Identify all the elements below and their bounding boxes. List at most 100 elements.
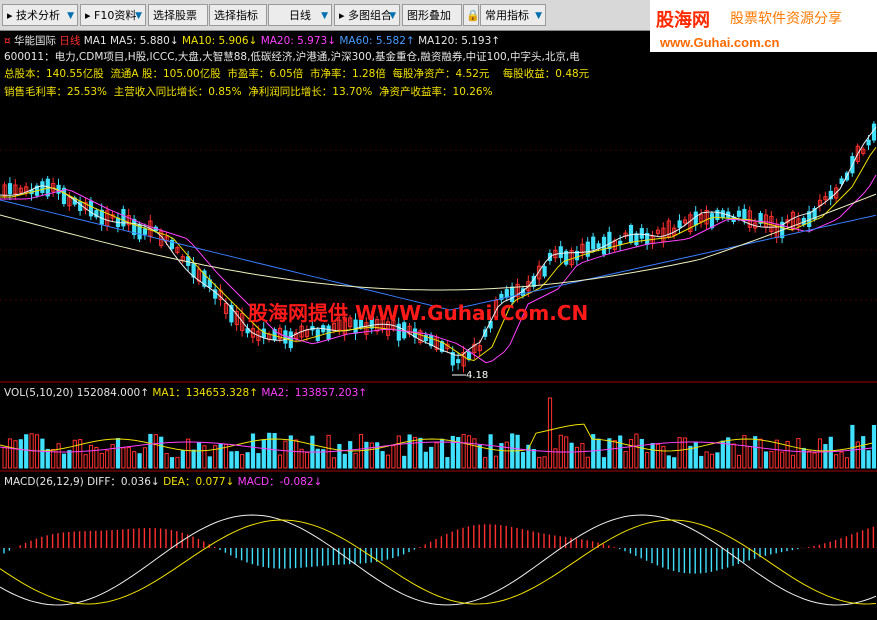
ma120-value: MA120: 5.193↑ bbox=[418, 35, 501, 47]
volume-bar bbox=[18, 439, 23, 469]
volume-bar bbox=[245, 452, 250, 469]
volume-bar bbox=[83, 454, 88, 469]
select-stock-label: 选择股票 bbox=[153, 9, 197, 22]
candle-body bbox=[715, 209, 720, 221]
volume-bar bbox=[277, 454, 283, 469]
volume-bar bbox=[537, 456, 542, 469]
common-indicators-label: 常用指标 bbox=[485, 9, 529, 22]
volume-bar bbox=[353, 452, 358, 469]
volume-bar bbox=[547, 397, 553, 469]
volume-bar bbox=[191, 449, 196, 469]
total-shares: 总股本：140.55亿股 bbox=[4, 68, 104, 80]
nav-per-share: 每股净资产：4.52元 bbox=[392, 68, 490, 80]
volume-bar bbox=[24, 434, 29, 469]
volume-bar bbox=[348, 441, 353, 469]
technical-analysis-menu[interactable]: ▸ 技术分析 ▼ bbox=[2, 4, 78, 26]
brand-url-bar: www.Guhai.com.cn bbox=[650, 34, 877, 52]
volume-bar bbox=[871, 424, 877, 469]
volume-bar bbox=[331, 457, 337, 469]
volume-bar bbox=[207, 456, 212, 469]
volume-bar bbox=[159, 436, 164, 469]
volume-bar bbox=[645, 452, 650, 469]
volume-bar bbox=[13, 440, 18, 469]
vol-ma2: MA2：133857.203↑ bbox=[261, 387, 368, 399]
f10-label: ▸ F10资料 bbox=[85, 9, 137, 22]
volume-bar bbox=[229, 451, 234, 469]
volume-bar bbox=[747, 445, 752, 469]
volume-bar bbox=[88, 444, 94, 469]
volume-bar bbox=[715, 452, 720, 469]
macd-dea-line bbox=[0, 519, 877, 605]
candle-body bbox=[693, 211, 698, 226]
volume-bar bbox=[7, 438, 13, 469]
volume-bar bbox=[423, 451, 428, 469]
candle-body bbox=[40, 181, 45, 193]
volume-bar bbox=[807, 450, 812, 469]
fundamentals-row-2: 销售毛利率：25.53% 主营收入同比增长：0.85% 净利润同比增长：13.7… bbox=[4, 84, 493, 99]
select-indicator-button[interactable]: 选择指标 bbox=[209, 4, 267, 26]
ma5-value: MA5: 5.880↓ bbox=[110, 35, 179, 47]
volume-bar bbox=[817, 438, 823, 469]
volume-bar bbox=[769, 450, 774, 469]
volume-bar bbox=[520, 451, 526, 469]
candle-body bbox=[677, 220, 682, 228]
eps: 每股收益：0.48元 bbox=[502, 68, 590, 80]
site-logo: 股海网 股票软件资源分享 bbox=[650, 0, 877, 34]
volume-bar bbox=[342, 453, 347, 469]
volume-bar bbox=[672, 457, 677, 469]
volume-bar bbox=[250, 433, 256, 469]
multi-chart-menu[interactable]: ▸ 多图组合 ▼ bbox=[334, 4, 400, 26]
volume-bar bbox=[699, 455, 704, 469]
stock-name: 华能国际 bbox=[14, 35, 57, 47]
select-stock-button[interactable]: 选择股票 bbox=[148, 4, 208, 26]
volume-bar bbox=[834, 454, 839, 469]
volume-bar bbox=[763, 451, 769, 469]
overlay-menu[interactable]: 图形叠加 bbox=[402, 4, 462, 26]
lock-icon[interactable]: 🔒 bbox=[463, 4, 480, 26]
volume-bar bbox=[596, 438, 601, 469]
volume-bar bbox=[504, 441, 509, 469]
volume-bar bbox=[531, 448, 536, 469]
volume-bar bbox=[261, 439, 266, 469]
volume-bar bbox=[121, 447, 126, 469]
dropdown-arrow-icon: ▼ bbox=[321, 11, 328, 21]
volume-bar bbox=[688, 445, 693, 469]
volume-bar bbox=[790, 454, 796, 469]
volume-bar bbox=[823, 444, 828, 469]
concept-row: 600011：电力,CDM项目,H股,ICCC,大盘,大智慧88,低碳经济,沪港… bbox=[4, 51, 580, 63]
volume-bar bbox=[153, 434, 158, 469]
dropdown-arrow-icon: ▼ bbox=[389, 11, 396, 21]
ma10-line bbox=[0, 147, 877, 362]
macd-diff-line bbox=[0, 514, 877, 606]
volume-bar bbox=[607, 438, 612, 469]
candle-body bbox=[607, 231, 612, 250]
common-indicators-menu[interactable]: 常用指标 ▼ bbox=[480, 4, 546, 26]
brand-name: 股海网 bbox=[656, 10, 710, 31]
select-indicator-label: 选择指标 bbox=[214, 9, 258, 22]
candle-body bbox=[78, 201, 83, 211]
dropdown-arrow-icon: ▼ bbox=[67, 11, 74, 21]
volume-bar bbox=[429, 446, 434, 469]
volume-bar bbox=[466, 435, 472, 469]
volume-bar bbox=[142, 447, 148, 469]
f10-info-menu[interactable]: ▸ F10资料 ▼ bbox=[80, 4, 146, 26]
volume-bar bbox=[148, 433, 153, 469]
volume-bar bbox=[515, 434, 520, 469]
volume-bar bbox=[56, 443, 61, 469]
ma10-value: MA10: 5.906↓ bbox=[182, 35, 258, 47]
volume-bar bbox=[337, 443, 342, 469]
volume-bar bbox=[639, 438, 644, 469]
macd-title: MACD(26,12,9) bbox=[4, 476, 84, 488]
candle-body bbox=[7, 183, 13, 195]
candle-body bbox=[542, 266, 547, 277]
volume-bar bbox=[585, 456, 590, 469]
volume-bar bbox=[412, 436, 418, 469]
volume-bar bbox=[861, 436, 866, 469]
volume-bar bbox=[169, 457, 175, 469]
vol-value: 152084.000↑ bbox=[76, 387, 149, 399]
candle-body bbox=[866, 139, 871, 146]
candle-body bbox=[596, 243, 601, 249]
volume-bar bbox=[364, 441, 369, 469]
period-select[interactable]: 日线 ▼ bbox=[268, 4, 332, 26]
volume-bar bbox=[666, 455, 671, 469]
